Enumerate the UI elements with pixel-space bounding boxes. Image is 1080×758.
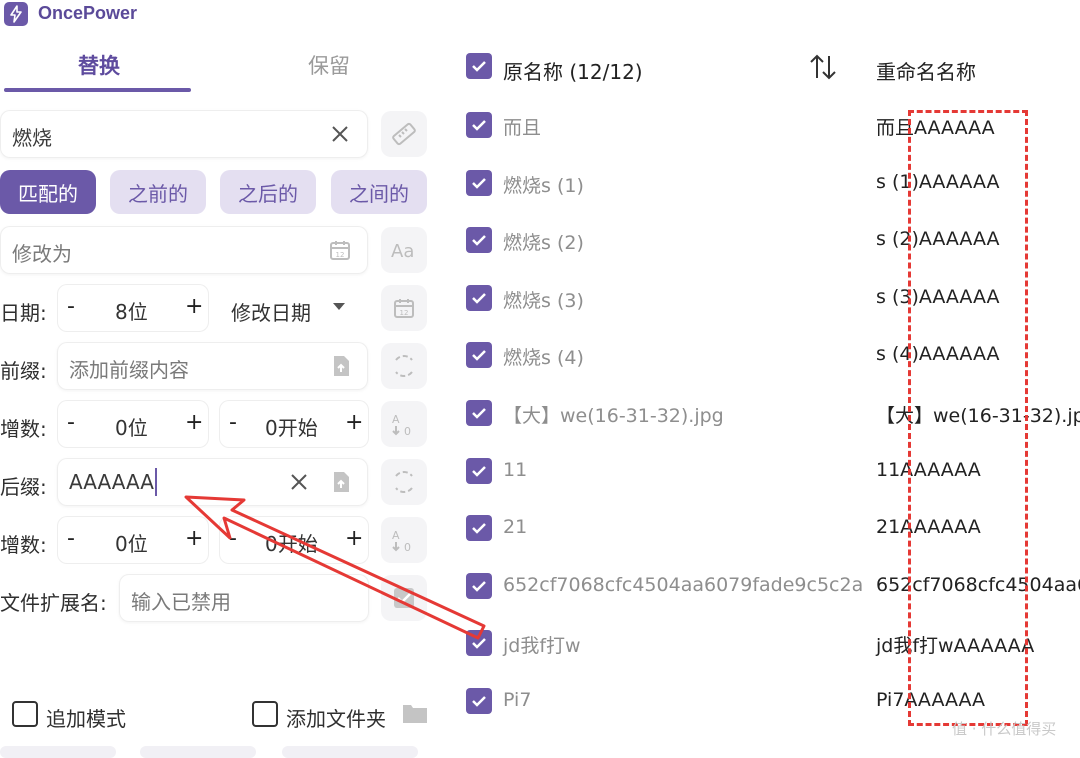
- watermark: 值 · 什么值得买: [952, 720, 1057, 738]
- annotation-arrow: [184, 495, 486, 640]
